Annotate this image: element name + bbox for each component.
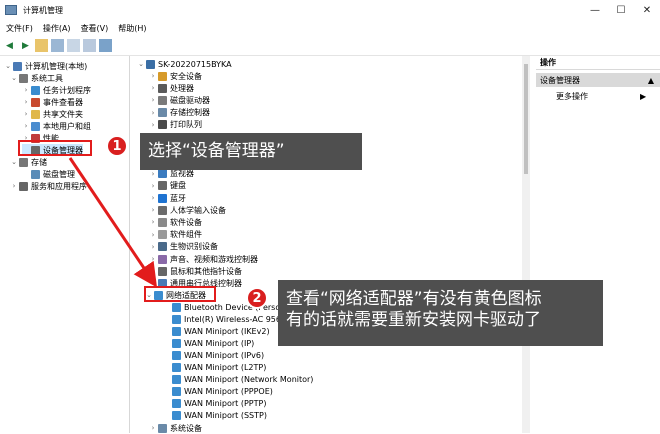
step-two-badge: 2 xyxy=(246,287,268,309)
step-one-badge: 1 xyxy=(106,135,128,157)
callout-one-text: 选择“设备管理器” xyxy=(148,140,285,161)
annotation-arrow xyxy=(68,157,158,288)
callout-two-line2: 有的话就需要重新安装网卡驱动了 xyxy=(286,310,541,331)
callout-one: 选择“设备管理器” xyxy=(140,133,362,170)
callout-two: 查看“网络适配器”有没有黄色图标 有的话就需要重新安装网卡驱动了 xyxy=(278,280,603,346)
callout-two-line1: 查看“网络适配器”有没有黄色图标 xyxy=(286,289,542,309)
